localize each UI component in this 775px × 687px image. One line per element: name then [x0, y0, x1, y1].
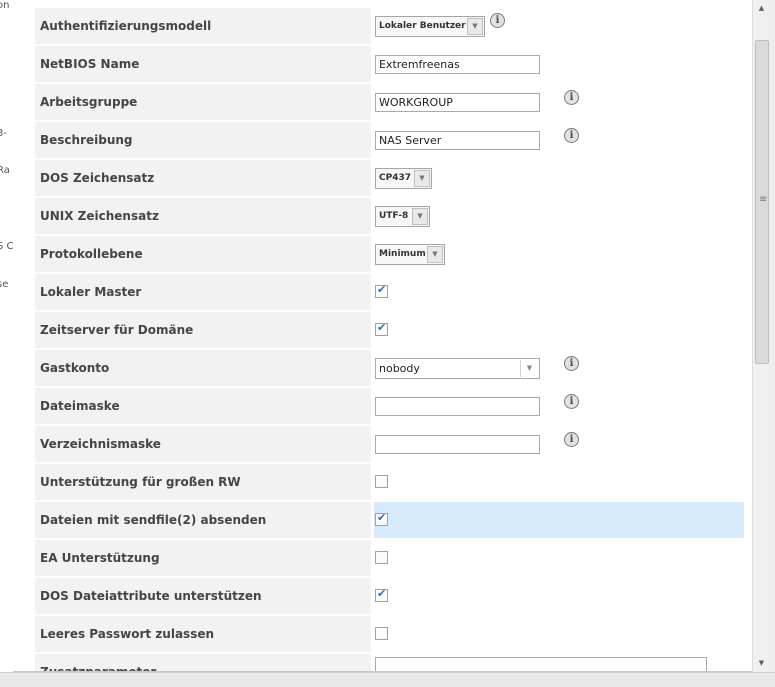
field-label: Gastkonto: [35, 350, 371, 386]
background-page-strip: on 3- Ra S C se: [0, 0, 13, 686]
info-icon[interactable]: i: [564, 356, 579, 371]
time-server-checkbox[interactable]: [375, 321, 388, 336]
guest-account-select[interactable]: nobody ▼: [375, 358, 540, 379]
select-value: CP437: [379, 173, 411, 183]
field-value-cell: [374, 312, 744, 348]
field-label: Verzeichnismaske: [35, 426, 371, 462]
null-password-checkbox[interactable]: [375, 627, 388, 640]
file-mask-input[interactable]: [375, 397, 540, 416]
background-text: 3-: [0, 128, 7, 139]
unix-charset-select[interactable]: UTF-8 ▼: [375, 206, 430, 227]
workgroup-input[interactable]: [375, 93, 540, 112]
field-label: Dateimaske: [35, 388, 371, 424]
description-input[interactable]: [375, 131, 540, 150]
field-label: DOS Zeichensatz: [35, 160, 371, 196]
dos-charset-select[interactable]: CP437 ▼: [375, 168, 432, 189]
field-label: NetBIOS Name: [35, 46, 371, 82]
sendfile-checkbox[interactable]: [375, 511, 388, 526]
field-label: Arbeitsgruppe: [35, 84, 371, 120]
field-value-cell: [374, 616, 744, 652]
auth-model-select[interactable]: Lokaler Benutzer ▼: [375, 16, 485, 37]
scroll-up-icon[interactable]: ▲: [753, 0, 770, 17]
select-value: Lokaler Benutzer: [379, 21, 466, 31]
netbios-name-input[interactable]: [375, 55, 540, 74]
chevron-down-icon[interactable]: ▼: [414, 170, 430, 187]
cifs-settings-dialog: Authentifizierungsmodell Lokaler Benutze…: [13, 0, 757, 672]
background-text: Ra: [0, 165, 10, 176]
chevron-down-icon[interactable]: ▼: [427, 246, 443, 263]
field-label: Lokaler Master: [35, 274, 371, 310]
grip-icon: ≡: [759, 194, 768, 205]
field-value-cell: [374, 46, 744, 82]
field-value-cell: nobody ▼ i: [374, 350, 744, 386]
field-value-cell: [374, 654, 744, 671]
info-icon[interactable]: i: [490, 13, 505, 28]
vertical-scrollbar[interactable]: ▲ ≡ ▼: [752, 0, 770, 672]
field-value-cell: [374, 464, 744, 500]
scrollbar-thumb[interactable]: ≡: [755, 40, 769, 364]
field-value-cell: [374, 540, 744, 576]
chevron-down-icon[interactable]: ▼: [467, 18, 483, 35]
field-value-cell: [374, 578, 744, 614]
chevron-down-icon[interactable]: ▼: [412, 208, 428, 225]
log-level-select[interactable]: Minimum ▼: [375, 244, 445, 265]
field-value-cell: i: [374, 388, 744, 424]
info-icon[interactable]: i: [564, 432, 579, 447]
field-label: Zeitserver für Domäne: [35, 312, 371, 348]
info-icon[interactable]: i: [564, 394, 579, 409]
field-value-cell: UTF-8 ▼: [374, 198, 744, 234]
field-label: UNIX Zeichensatz: [35, 198, 371, 234]
window-edge: [769, 0, 775, 686]
field-label: Authentifizierungsmodell: [35, 8, 371, 44]
field-value-cell: Minimum ▼: [374, 236, 744, 272]
background-text: se: [0, 279, 9, 290]
background-text: S C: [0, 241, 13, 252]
field-value-cell: Lokaler Benutzer ▼ i: [374, 8, 744, 44]
scroll-down-icon[interactable]: ▼: [753, 655, 770, 672]
field-label: Zusatzparameter: [35, 654, 371, 671]
chevron-down-icon[interactable]: ▼: [520, 360, 538, 377]
field-label: DOS Dateiattribute unterstützen: [35, 578, 371, 614]
select-value: Minimum: [379, 249, 426, 259]
field-label: Leeres Passwort zulassen: [35, 616, 371, 652]
field-value-cell: [374, 502, 744, 538]
select-value: UTF-8: [379, 211, 409, 221]
info-icon[interactable]: i: [564, 128, 579, 143]
aux-parameters-textarea[interactable]: [375, 657, 707, 671]
ea-support-checkbox[interactable]: [375, 551, 388, 564]
field-value-cell: CP437 ▼: [374, 160, 744, 196]
directory-mask-input[interactable]: [375, 435, 540, 454]
field-value-cell: i: [374, 122, 744, 158]
background-text: on: [0, 0, 10, 11]
local-master-checkbox[interactable]: [375, 283, 388, 298]
field-label: EA Unterstützung: [35, 540, 371, 576]
field-label: Protokollebene: [35, 236, 371, 272]
info-icon[interactable]: i: [564, 90, 579, 105]
field-label: Unterstützung für großen RW: [35, 464, 371, 500]
field-value-cell: [374, 274, 744, 310]
horizontal-edge: [0, 672, 775, 687]
dos-attributes-checkbox[interactable]: [375, 587, 388, 602]
field-label: Dateien mit sendfile(2) absenden: [35, 502, 371, 538]
field-value-cell: i: [374, 426, 744, 462]
field-value-cell: i: [374, 84, 744, 120]
large-rw-checkbox[interactable]: [375, 475, 388, 488]
select-value: nobody: [379, 362, 420, 375]
field-label: Beschreibung: [35, 122, 371, 158]
